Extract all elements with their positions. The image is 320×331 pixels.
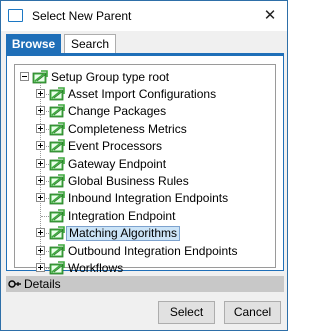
tree-node-label: Setup Group type root <box>51 70 170 84</box>
tree-node-label: Gateway Endpoint <box>68 157 167 171</box>
tree-connector-line <box>41 216 49 217</box>
cancel-button[interactable]: Cancel <box>224 301 281 324</box>
expand-plus-icon[interactable] <box>36 263 45 272</box>
collapse-minus-icon[interactable] <box>20 72 29 81</box>
expand-plus-icon[interactable] <box>36 193 45 202</box>
tree-node-label: Outbound Integration Endpoints <box>68 244 238 258</box>
tab-browse[interactable]: Browse <box>6 34 61 54</box>
expand-arrow-icon <box>8 280 21 288</box>
folder-icon <box>49 209 65 223</box>
folder-icon <box>49 87 65 101</box>
tree-node-label: Integration Endpoint <box>68 209 176 223</box>
expand-plus-icon[interactable] <box>36 141 45 150</box>
tab-search[interactable]: Search <box>64 34 116 54</box>
select-button[interactable]: Select <box>158 301 215 324</box>
expand-plus-icon[interactable] <box>36 159 45 168</box>
tree-node-label: Asset Import Configurations <box>68 87 217 101</box>
dialog-window: Select New Parent ✕ Browse Search Setup … <box>0 0 288 331</box>
folder-icon <box>49 139 65 153</box>
tree-node-label: Inbound Integration Endpoints <box>68 191 229 205</box>
folder-icon <box>49 104 65 118</box>
tree-node-label-selected: Matching Algorithms <box>66 226 181 241</box>
folder-icon <box>49 226 65 240</box>
details-label: Details <box>24 277 61 291</box>
folder-icon <box>32 70 48 84</box>
expand-plus-icon[interactable] <box>36 106 45 115</box>
browse-panel: Setup Group type root Asset Import Config… <box>6 53 284 275</box>
folder-icon <box>49 261 65 275</box>
folder-icon <box>49 191 65 205</box>
folder-icon <box>49 244 65 258</box>
expand-plus-icon[interactable] <box>36 176 45 185</box>
expand-plus-icon[interactable] <box>36 246 45 255</box>
close-icon[interactable]: ✕ <box>253 1 287 31</box>
details-section[interactable]: Details <box>6 276 284 292</box>
folder-icon <box>49 157 65 171</box>
title-bar[interactable]: Select New Parent ✕ <box>1 1 287 31</box>
tree-node-label: Workflows <box>68 261 124 275</box>
window-icon <box>8 9 23 22</box>
tree-node-label: Event Processors <box>68 139 163 153</box>
expand-plus-icon[interactable] <box>36 228 45 237</box>
tree-node-label: Global Business Rules <box>68 174 189 188</box>
expand-plus-icon[interactable] <box>36 89 45 98</box>
folder-icon <box>49 174 65 188</box>
folder-icon <box>49 122 65 136</box>
parent-tree[interactable]: Setup Group type root Asset Import Config… <box>14 64 276 275</box>
expand-plus-icon[interactable] <box>36 124 45 133</box>
tree-node-label: Change Packages <box>68 104 167 118</box>
window-title: Select New Parent <box>32 9 132 23</box>
tree-node-label: Completeness Metrics <box>68 122 187 136</box>
